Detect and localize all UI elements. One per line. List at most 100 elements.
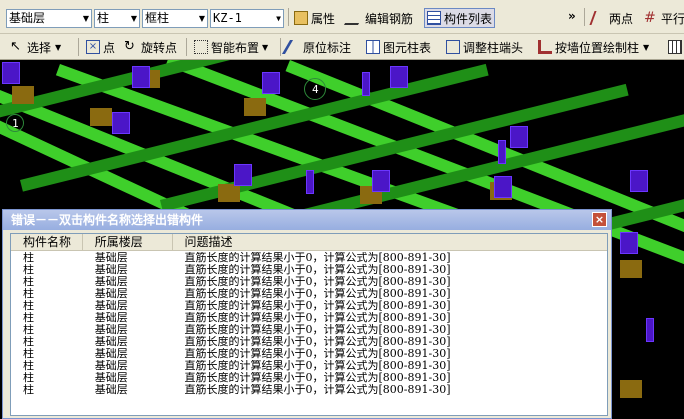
column (630, 170, 648, 192)
table-row[interactable]: 柱 基础层 直筋长度的计算结果小于0，计算公式为[800-891-30] (11, 360, 607, 372)
column (510, 126, 528, 148)
chevron-down-icon: ▼ (276, 14, 281, 23)
point-button[interactable]: × 点 (84, 37, 117, 57)
column-base (620, 260, 642, 278)
column (2, 62, 20, 84)
column-base (12, 86, 34, 104)
cell-component-name: 柱 (23, 360, 34, 372)
two-point-button[interactable]: 两点 (589, 8, 635, 28)
column-base (90, 108, 112, 126)
cell-floor: 基础层 (94, 288, 128, 300)
cell-floor: 基础层 (94, 384, 128, 396)
in-place-annotation-button[interactable]: 原位标注 (281, 37, 353, 57)
table-row[interactable]: 柱 基础层 直筋长度的计算结果小于0，计算公式为[800-891-30] (11, 276, 607, 288)
table-row[interactable]: 柱 基础层 直筋长度的计算结果小于0，计算公式为[800-891-30] (11, 336, 607, 348)
column (646, 318, 654, 342)
grid-icon (194, 40, 208, 54)
properties-icon (294, 11, 308, 25)
type-select-value: 柱 (97, 11, 110, 25)
adjust-column-head-button[interactable]: 调整柱端头 (444, 37, 525, 57)
table-row[interactable]: 柱 基础层 直筋长度的计算结果小于0，计算公式为[800-891-30] (11, 324, 607, 336)
two-point-label: 两点 (609, 11, 634, 26)
cell-floor: 基础层 (94, 264, 128, 276)
overflow-label: » (568, 9, 576, 23)
subtype-select[interactable]: 框柱 ▼ (142, 9, 208, 28)
error-dialog-titlebar[interactable]: 错误－－双击构件名称选择出错构件 (3, 210, 611, 230)
type-select[interactable]: 柱 ▼ (94, 9, 140, 28)
table-row[interactable]: 柱 基础层 直筋长度的计算结果小于0，计算公式为[800-891-30] (11, 300, 607, 312)
column-header-description[interactable]: 问题描述 (173, 234, 607, 250)
edit-rebar-button[interactable]: 编辑钢筋 (343, 8, 415, 28)
cell-floor: 基础层 (94, 300, 128, 312)
smart-layout-button[interactable]: 智能布置 ▼ (192, 37, 270, 57)
table-row[interactable]: 柱 基础层 直筋长度的计算结果小于0，计算公式为[800-891-30] (11, 252, 607, 264)
column-base (218, 184, 240, 202)
cell-description: 直筋长度的计算结果小于0，计算公式为[800-891-30] (184, 252, 451, 264)
rotate-point-label: 旋转点 (141, 40, 178, 55)
select-button[interactable]: ↖ 选择 ▼ (8, 37, 63, 57)
column (112, 112, 130, 134)
point-icon: × (86, 40, 100, 54)
grid-icon (668, 40, 682, 54)
rotate-point-button[interactable]: ↻ 旋转点 (122, 37, 179, 57)
chevron-down-icon: ▼ (262, 42, 269, 52)
subtype-select-value: 框柱 (145, 11, 170, 25)
cell-component-name: 柱 (23, 300, 34, 312)
chevron-down-icon: ▼ (82, 14, 89, 23)
cell-floor: 基础层 (94, 252, 128, 264)
select-label: 选择 (27, 40, 52, 55)
chevron-down-icon: ▼ (198, 14, 205, 23)
cell-component-name: 柱 (23, 336, 34, 348)
floor-select[interactable]: 基础层 ▼ (6, 9, 92, 28)
table-row[interactable]: 柱 基础层 直筋长度的计算结果小于0，计算公式为[800-891-30] (11, 384, 607, 396)
edit-rebar-label: 编辑钢筋 (365, 11, 414, 26)
column-base (244, 98, 266, 116)
column-header-component-name[interactable]: 构件名称 (11, 234, 83, 250)
parallel-label: 平行 (661, 11, 684, 26)
properties-button[interactable]: 属性 (292, 8, 337, 28)
cell-description: 直筋长度的计算结果小于0，计算公式为[800-891-30] (184, 372, 451, 384)
column (262, 72, 280, 94)
column (390, 66, 408, 88)
column (362, 72, 370, 96)
in-place-label: 原位标注 (303, 40, 352, 55)
cell-description: 直筋长度的计算结果小于0，计算公式为[800-891-30] (184, 348, 451, 360)
parallel-button[interactable]: # 平行 (642, 8, 684, 28)
draw-by-wall-button[interactable]: 按墙位置绘制柱 ▼ (536, 37, 651, 57)
component-list-button[interactable]: 构件列表 (424, 8, 496, 28)
cell-floor: 基础层 (94, 336, 128, 348)
more-tools-button[interactable] (666, 37, 684, 57)
draw-toolbar: ↖ 选择 ▼ × 点 ↻ 旋转点 智能布置 ▼ 原位标注 图元柱表 调整柱端头 … (0, 34, 684, 60)
column (494, 176, 512, 198)
toolbar-overflow-button[interactable]: » (566, 6, 578, 26)
axis-label-1: 1 (12, 117, 19, 130)
main-toolbar: 基础层 ▼ 柱 ▼ 框柱 ▼ KZ-1 ▼ 属性 编辑钢筋 构件列表 » 两点 … (0, 0, 684, 34)
element-column-table-button[interactable]: 图元柱表 (364, 37, 433, 57)
component-select[interactable]: KZ-1 ▼ (210, 9, 284, 28)
cell-component-name: 柱 (23, 252, 34, 264)
table-row[interactable]: 柱 基础层 直筋长度的计算结果小于0，计算公式为[800-891-30] (11, 348, 607, 360)
table-row[interactable]: 柱 基础层 直筋长度的计算结果小于0，计算公式为[800-891-30] (11, 372, 607, 384)
cell-description: 直筋长度的计算结果小于0，计算公式为[800-891-30] (184, 336, 451, 348)
component-select-value: KZ-1 (213, 11, 242, 25)
table-row[interactable]: 柱 基础层 直筋长度的计算结果小于0，计算公式为[800-891-30] (11, 264, 607, 276)
column-base (620, 380, 642, 398)
close-icon[interactable]: × (592, 212, 607, 227)
error-list[interactable]: 构件名称 所属楼层 问题描述 柱 基础层 直筋长度的计算结果小于0，计算公式为[… (10, 233, 608, 416)
column (234, 164, 252, 186)
table-row[interactable]: 柱 基础层 直筋长度的计算结果小于0，计算公式为[800-891-30] (11, 288, 607, 300)
cell-component-name: 柱 (23, 264, 34, 276)
smart-layout-label: 智能布置 (211, 40, 260, 55)
column-header-floor[interactable]: 所属楼层 (83, 234, 173, 250)
cell-component-name: 柱 (23, 324, 34, 336)
column (372, 170, 390, 192)
properties-label: 属性 (311, 11, 336, 26)
cell-description: 直筋长度的计算结果小于0，计算公式为[800-891-30] (184, 264, 451, 276)
column (498, 140, 506, 164)
table-row[interactable]: 柱 基础层 直筋长度的计算结果小于0，计算公式为[800-891-30] (11, 312, 607, 324)
cell-component-name: 柱 (23, 288, 34, 300)
cell-component-name: 柱 (23, 384, 34, 396)
cell-description: 直筋长度的计算结果小于0，计算公式为[800-891-30] (184, 360, 451, 372)
error-list-header: 构件名称 所属楼层 问题描述 (11, 234, 607, 251)
cell-description: 直筋长度的计算结果小于0，计算公式为[800-891-30] (184, 288, 451, 300)
